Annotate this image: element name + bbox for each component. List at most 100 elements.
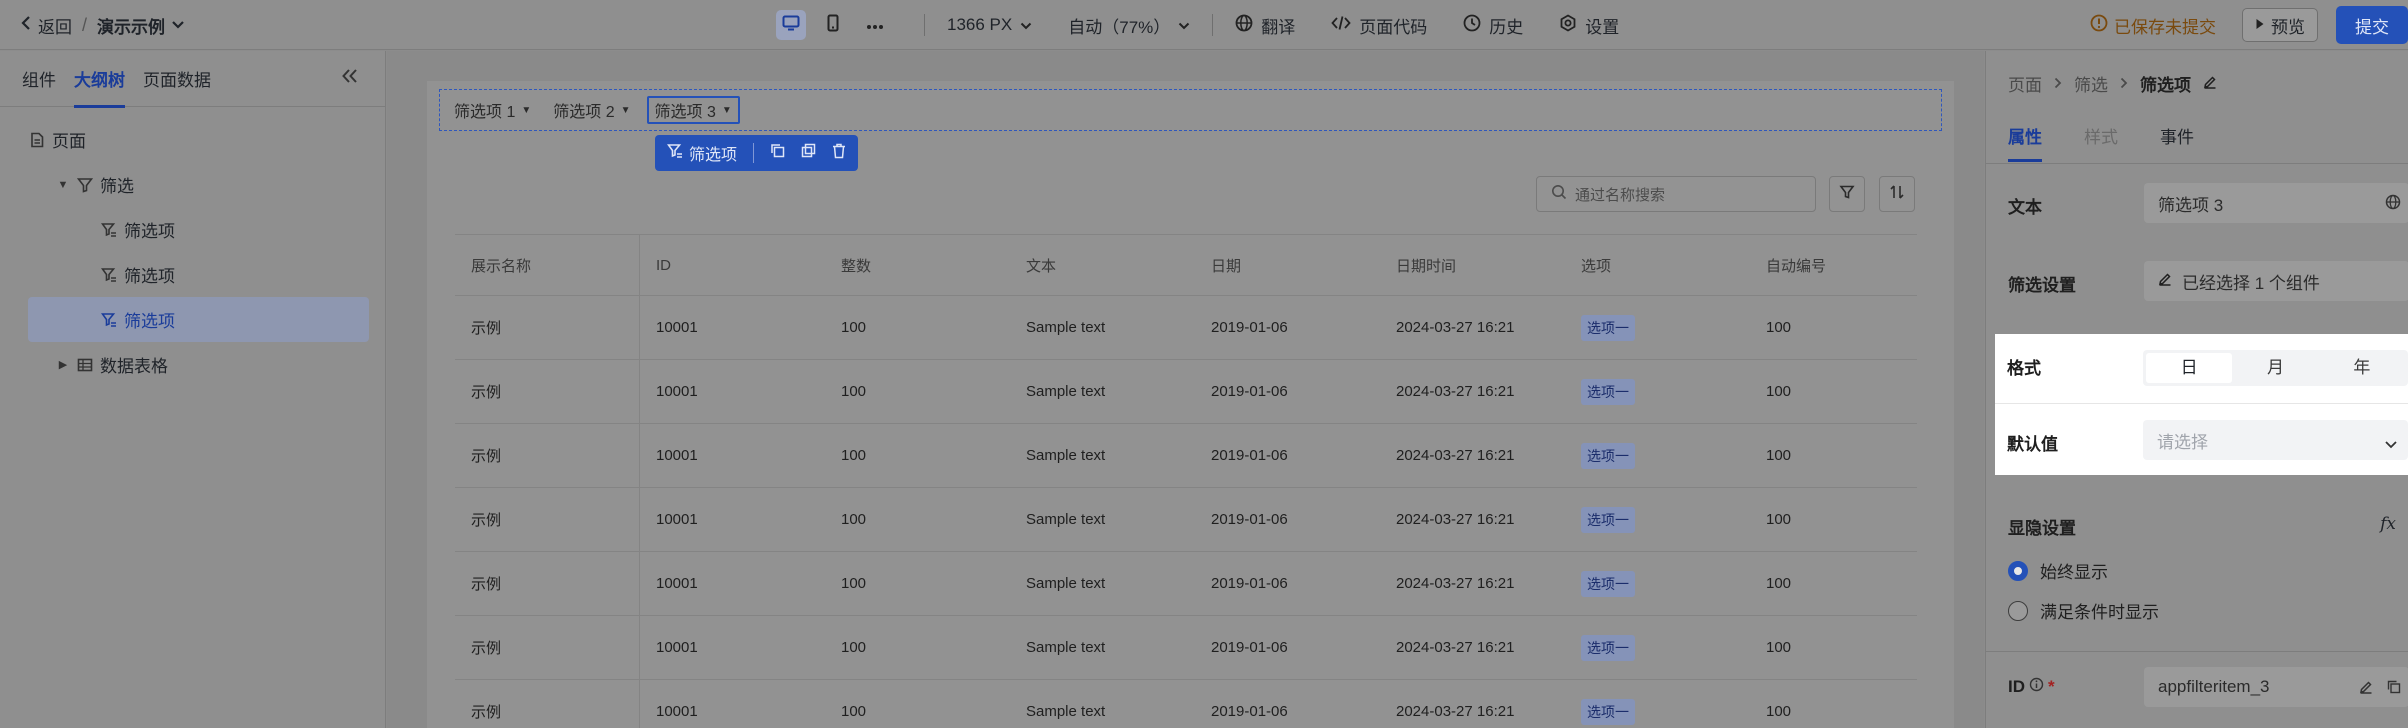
filter-settings-field[interactable]: 已经选择 1 个组件 — [2144, 261, 2408, 301]
table-cell: 100 — [1766, 319, 1792, 336]
settings-label: 设置 — [1585, 17, 1620, 37]
tab-events[interactable]: 事件 — [2160, 123, 2194, 148]
column-header[interactable]: 文本 — [1010, 255, 1195, 276]
search-icon — [1551, 184, 1567, 204]
filter-item-icon — [100, 266, 118, 284]
format-segmented-control[interactable]: 日 月 年 — [2143, 350, 2408, 386]
copy-icon[interactable] — [2387, 679, 2401, 699]
table-cell: 示例 — [455, 680, 640, 728]
breadcrumb-item[interactable]: 页面 — [2008, 71, 2042, 96]
left-panel-tabs: 组件 大纲树 页面数据 — [0, 51, 385, 108]
duplicate-icon[interactable] — [801, 143, 816, 163]
tree-node-filter-item[interactable]: 筛选项 — [100, 252, 369, 297]
filter-item-2[interactable]: 筛选项 2 ▼ — [547, 96, 636, 124]
fx-button[interactable]: fx — [2380, 514, 2396, 534]
back-button[interactable]: 返回 — [20, 13, 72, 38]
filter-item-1[interactable]: 筛选项 1 ▼ — [448, 96, 537, 124]
breadcrumb-item[interactable]: 筛选 — [2074, 71, 2108, 96]
info-icon[interactable] — [2029, 677, 2044, 697]
history-button[interactable]: 历史 — [1463, 13, 1523, 38]
preview-button[interactable]: 预览 — [2242, 8, 2318, 42]
page-code-button[interactable]: 页面代码 — [1331, 13, 1427, 38]
table-cell: 选项一 — [1565, 634, 1750, 661]
format-option-month[interactable]: 月 — [2232, 353, 2318, 383]
column-header[interactable]: 展示名称 — [455, 235, 640, 295]
default-value-select[interactable]: 请选择 — [2143, 420, 2408, 460]
text-prop-value: 筛选项 3 — [2158, 195, 2224, 215]
filter-icon — [76, 176, 94, 194]
table-row[interactable]: 示例 10001 100 Sample text 2019-01-06 2024-03-2… — [455, 360, 1917, 424]
tab-style[interactable]: 样式 — [2084, 123, 2118, 148]
filter-settings-value: 已经选择 1 个组件 — [2182, 273, 2320, 293]
search-input[interactable]: 通过名称搜索 — [1536, 176, 1816, 212]
selection-toolbar: 筛选项 — [655, 135, 859, 171]
table-row[interactable]: 示例 10001 100 Sample text 2019-01-06 2024-03-2… — [455, 616, 1917, 680]
collapse-panel-icon[interactable] — [341, 67, 359, 90]
outline-tree: 页面 ▼ 筛选 筛选项 筛选项 筛选项 ▶ 数据表格 — [0, 107, 385, 387]
tree-node-page[interactable]: 页面 — [28, 117, 369, 162]
design-canvas: 筛选项 1 ▼ 筛选项 2 ▼ 筛选项 3 ▼ 筛选项 通过名称搜索 展示名称 … — [387, 51, 1984, 728]
id-input[interactable]: appfilteritem_3 — [2144, 667, 2408, 707]
table-cell: 100 — [1766, 703, 1792, 720]
filter-icon — [1839, 184, 1855, 205]
table-row[interactable]: 示例 10001 100 Sample text 2019-01-06 2024-03-2… — [455, 296, 1917, 360]
tab-page-data[interactable]: 页面数据 — [143, 66, 211, 91]
tree-node-filter-item[interactable]: 筛选项 — [100, 207, 369, 252]
tab-outline-tree[interactable]: 大纲树 — [74, 66, 125, 108]
column-header[interactable]: 选项 — [1565, 255, 1750, 276]
gear-icon — [1559, 13, 1577, 37]
tree-node-label: 筛选项 — [124, 267, 175, 286]
filter-button[interactable] — [1829, 176, 1865, 212]
highlighted-properties: 格式 日 月 年 默认值 请选择 — [1995, 334, 2408, 475]
column-header[interactable]: ID — [640, 257, 825, 274]
delete-icon[interactable] — [832, 143, 846, 164]
divider — [1986, 163, 2408, 164]
desktop-view-button[interactable] — [776, 10, 806, 40]
format-option-year[interactable]: 年 — [2319, 353, 2405, 383]
table-row[interactable]: 示例 10001 100 Sample text 2019-01-06 2024-03-2… — [455, 680, 1917, 728]
tree-node-table[interactable]: ▶ 数据表格 — [56, 342, 369, 387]
radio-always-show[interactable]: 始终显示 — [2008, 558, 2108, 583]
copy-icon[interactable] — [770, 143, 785, 163]
filter-container[interactable]: 筛选项 1 ▼ 筛选项 2 ▼ 筛选项 3 ▼ — [439, 89, 1942, 131]
zoom-selector[interactable]: 自动（77%） — [1068, 13, 1190, 38]
mobile-view-button[interactable] — [818, 10, 848, 40]
filter-item-3-selected[interactable]: 筛选项 3 ▼ — [646, 96, 740, 124]
column-header[interactable]: 日期 — [1195, 255, 1380, 276]
tab-properties[interactable]: 属性 — [2008, 123, 2042, 162]
table-row[interactable]: 示例 10001 100 Sample text 2019-01-06 2024-03-2… — [455, 424, 1917, 488]
submit-button[interactable]: 提交 — [2336, 6, 2408, 44]
width-selector[interactable]: 1366 PX — [947, 15, 1032, 35]
default-value-label: 默认值 — [2007, 435, 2058, 454]
tree-node-filter-item-selected[interactable]: 筛选项 — [28, 297, 369, 342]
app-name-dropdown[interactable]: 演示示例 — [97, 13, 185, 38]
id-value: appfilteritem_3 — [2158, 677, 2270, 696]
tab-components[interactable]: 组件 — [22, 66, 56, 91]
column-header[interactable]: 日期时间 — [1380, 255, 1565, 276]
table-cell: 2024-03-27 16:21 — [1396, 447, 1515, 464]
caret-right-icon[interactable]: ▶ — [56, 358, 70, 371]
format-option-day[interactable]: 日 — [2146, 353, 2233, 383]
column-header[interactable]: 整数 — [825, 255, 1010, 276]
table-row[interactable]: 示例 10001 100 Sample text 2019-01-06 2024-03-2… — [455, 488, 1917, 552]
mobile-icon — [827, 14, 839, 37]
more-button[interactable] — [860, 10, 890, 40]
history-icon — [1463, 14, 1481, 37]
radio-checked — [2008, 560, 2028, 581]
text-prop-input[interactable]: 筛选项 3 — [2144, 183, 2408, 223]
radio-conditional-show[interactable]: 满足条件时显示 — [2008, 598, 2159, 623]
translate-button[interactable]: 翻译 — [1235, 13, 1295, 38]
table-cell: 2024-03-27 16:21 — [1396, 383, 1515, 400]
divider — [1995, 403, 2408, 404]
tree-node-filter[interactable]: ▼ 筛选 — [56, 162, 369, 207]
id-label-text: ID — [2008, 677, 2025, 696]
table-row[interactable]: 示例 10001 100 Sample text 2019-01-06 2024-03-2… — [455, 552, 1917, 616]
edit-icon[interactable] — [2359, 679, 2373, 699]
edit-icon[interactable] — [2203, 74, 2217, 94]
sort-button[interactable] — [1879, 176, 1915, 212]
column-header[interactable]: 自动编号 — [1750, 255, 1935, 276]
globe-icon[interactable] — [2385, 194, 2401, 215]
selected-component-tag[interactable]: 筛选项 — [666, 141, 737, 165]
settings-button[interactable]: 设置 — [1559, 13, 1619, 38]
caret-down-icon[interactable]: ▼ — [56, 179, 70, 191]
